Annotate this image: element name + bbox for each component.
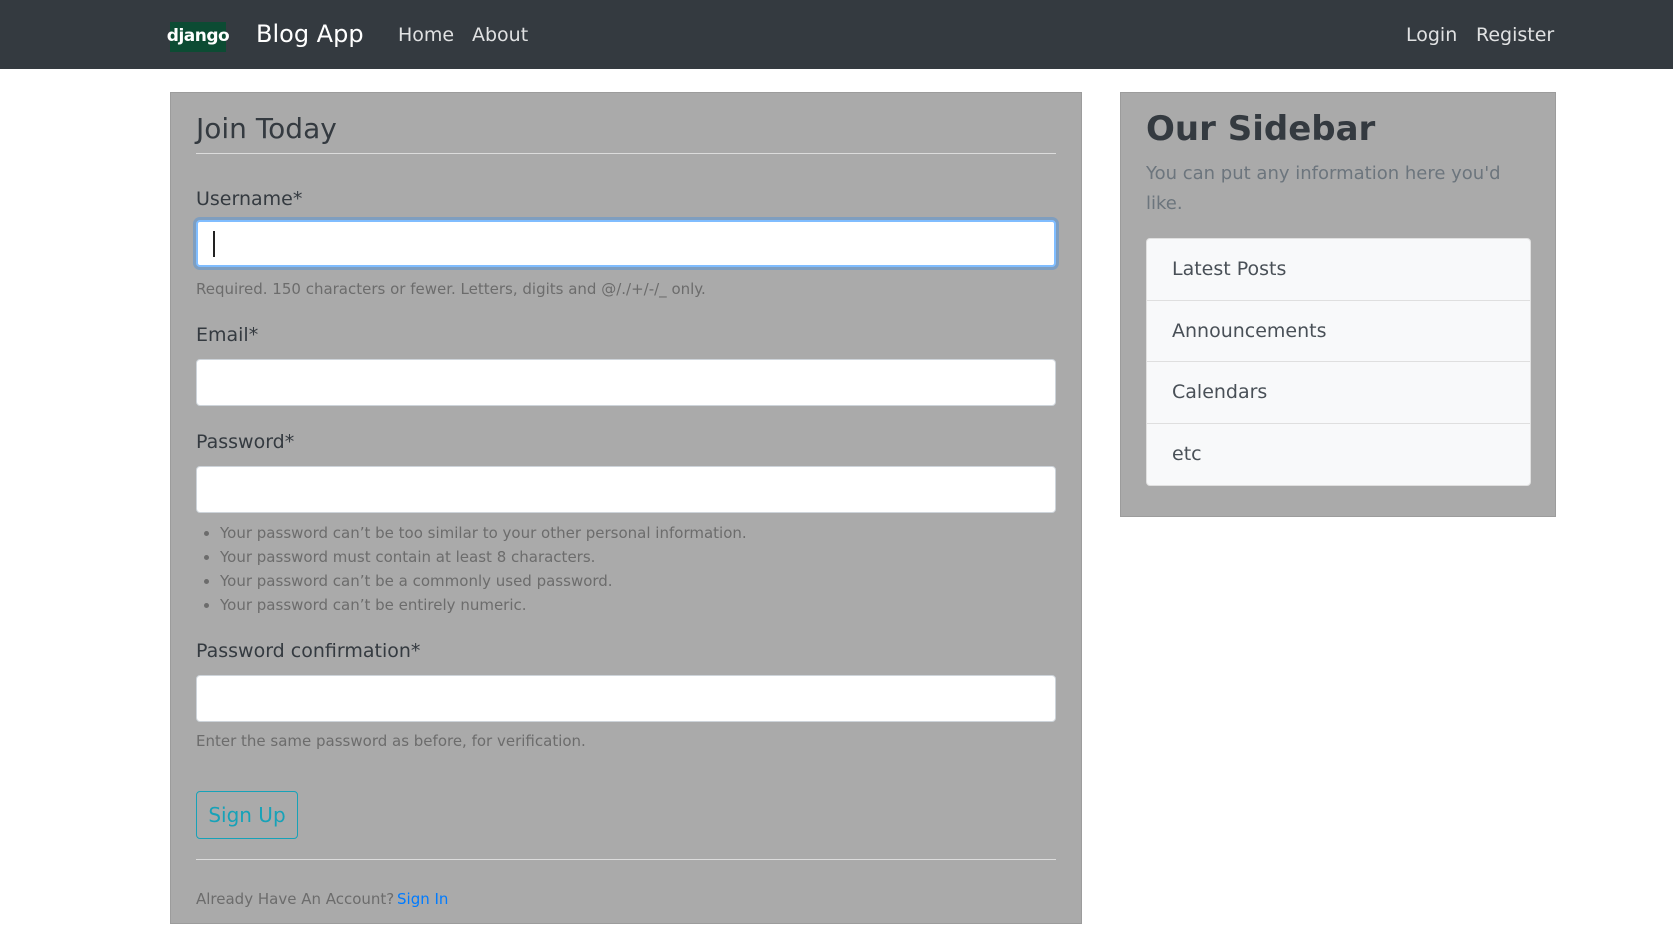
text-caret [213,231,215,257]
password-help-item: Your password must contain at least 8 ch… [220,545,747,569]
already-have-account-text: Already Have An Account? [196,890,395,908]
sign-up-button[interactable]: Sign Up [196,791,298,839]
email-label: Email* [196,324,259,346]
nav-register-link[interactable]: Register [1476,22,1554,48]
password-confirmation-input[interactable] [196,675,1056,722]
sidebar-list: Latest Posts Announcements Calendars etc [1146,238,1531,486]
nav-home-link[interactable]: Home [398,22,454,48]
nav-login-link[interactable]: Login [1406,22,1457,48]
sidebar-title: Our Sidebar [1146,109,1376,149]
form-divider [196,859,1056,860]
register-form-card: Join Today Username* Required. 150 chara… [170,92,1082,924]
password-help-item: Your password can’t be entirely numeric. [220,593,747,617]
navbar: django Blog App Home About Login Registe… [0,0,1673,69]
sidebar-item-calendars[interactable]: Calendars [1147,362,1530,424]
password-confirmation-label: Password confirmation* [196,640,421,662]
password-help-item: Your password can’t be too similar to yo… [220,521,747,545]
form-legend: Join Today [196,110,1056,154]
email-input[interactable] [196,359,1056,406]
django-logo[interactable]: django [167,22,230,52]
nav-about-link[interactable]: About [472,22,528,48]
sidebar-description: You can put any information here you'd l… [1146,163,1501,214]
sidebar-item-latest-posts[interactable]: Latest Posts [1147,239,1530,301]
password-help-list: Your password can’t be too similar to yo… [196,521,747,617]
username-input[interactable] [196,220,1056,267]
password-label: Password* [196,431,295,453]
sign-in-link[interactable]: Sign In [397,889,448,909]
password-confirmation-help-text: Enter the same password as before, for v… [196,732,586,750]
brand-title[interactable]: Blog App [256,18,364,50]
sidebar-item-announcements[interactable]: Announcements [1147,301,1530,362]
username-label: Username* [196,188,303,210]
password-help-item: Your password can’t be a commonly used p… [220,569,747,593]
sidebar: Our Sidebar You can put any information … [1120,92,1556,517]
sidebar-item-etc[interactable]: etc [1147,424,1530,486]
username-help-text: Required. 150 characters or fewer. Lette… [196,280,706,298]
password-input[interactable] [196,466,1056,513]
